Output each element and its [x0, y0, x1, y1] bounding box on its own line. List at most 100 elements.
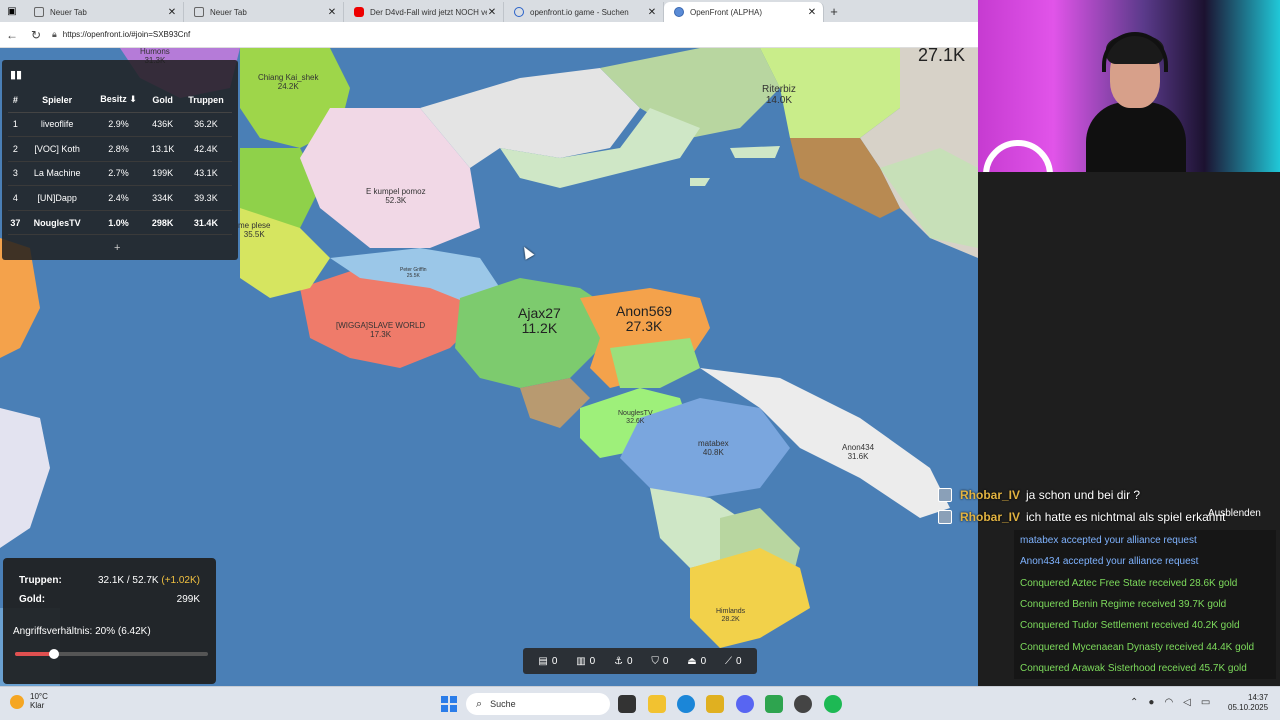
player-stats-panel: Truppen: 32.1K / 52.7K (+1.02K) Gold: 29… — [3, 558, 216, 684]
event-item: matabex accepted your alliance request — [1020, 535, 1197, 547]
player-cell: [VOC] Koth — [22, 136, 92, 162]
port-count[interactable]: ⚓ 0 — [614, 656, 633, 667]
event-item: Anon434 accepted your alliance request — [1020, 556, 1199, 568]
land-cell: 1.0% — [91, 210, 146, 236]
app-icon[interactable] — [706, 695, 724, 713]
ring-light — [983, 140, 1053, 172]
leaderboard-expand-button[interactable]: + — [114, 242, 120, 254]
leaderboard-row[interactable]: 4 [UN]Dapp 2.4% 334K 39.3K — [8, 185, 232, 211]
territory-label: Riterbiz 14.0K — [762, 84, 796, 106]
browser-tab[interactable]: Neuer Tab ✕ — [184, 2, 344, 22]
gold-cell: 298K — [145, 210, 180, 236]
browser-tab[interactable]: Neuer Tab ✕ — [24, 2, 184, 22]
sam-count[interactable]: ⟋ 0 — [725, 656, 742, 667]
start-button[interactable] — [441, 696, 457, 712]
defense-count[interactable]: ⛉ 0 — [651, 656, 668, 667]
new-tab-button[interactable]: + — [824, 4, 844, 19]
spotify-icon[interactable] — [824, 695, 842, 713]
territory-label: NouglesTV 32.6K — [618, 410, 653, 425]
system-tray: ⌃ ● ◠ ◁ ▭ — [1130, 697, 1210, 708]
browser-tab-active[interactable]: OpenFront (ALPHA) ✕ — [664, 2, 824, 22]
tab-title: Neuer Tab — [50, 7, 87, 17]
discord-icon[interactable] — [736, 695, 754, 713]
close-icon[interactable]: ✕ — [807, 7, 817, 18]
gold-cell: 13.1K — [145, 136, 180, 162]
player-cell: [UN]Dapp — [22, 185, 92, 211]
wifi-icon[interactable]: ◠ — [1164, 697, 1173, 708]
column-header-land[interactable]: Besitz ⬇ — [91, 88, 146, 113]
leaderboard-row[interactable]: 3 La Machine 2.7% 199K 43.1K — [8, 161, 232, 187]
attack-ratio-fill — [15, 652, 54, 656]
weather-widget[interactable]: 10°C Klar — [10, 692, 48, 711]
clock-time: 14:37 — [1248, 693, 1269, 702]
troops-label: Truppen: — [19, 575, 62, 586]
leaderboard-row[interactable]: 2 [VOC] Koth 2.8% 13.1K 42.4K — [8, 136, 232, 162]
count-value: 0 — [551, 655, 558, 667]
taskbar-clock[interactable]: 14:37 05.10.2025 — [1228, 693, 1268, 714]
rank-cell: 1 — [8, 112, 23, 138]
microphone-icon[interactable]: ● — [1148, 697, 1154, 708]
browser-tab[interactable]: Der D4vd-Fall wird jetzt NOCH verr ✕ — [344, 2, 504, 22]
chevron-up-icon[interactable]: ⌃ — [1130, 697, 1138, 708]
rank-cell: 3 — [8, 161, 23, 187]
window-menu-icon[interactable]: ▣ — [0, 1, 24, 21]
attack-ratio-slider[interactable] — [15, 649, 208, 659]
hide-events-button[interactable]: Ausblenden — [1208, 508, 1261, 519]
reload-icon[interactable]: ↻ — [24, 28, 48, 42]
close-icon[interactable]: ✕ — [647, 7, 657, 18]
column-header-troops[interactable]: Truppen — [179, 88, 232, 113]
battery-icon[interactable]: ▭ — [1201, 697, 1210, 708]
taskbar-search[interactable]: ⌕ Suche — [466, 693, 610, 715]
territory-label: Anon569 27.3K — [616, 303, 672, 335]
leaderboard-row[interactable]: 1 liveoflife 2.9% 436K 36.2K — [8, 112, 232, 138]
leaderboard-header-row: # Spieler Besitz ⬇ Gold Truppen — [8, 88, 232, 113]
windows-logo-tile — [450, 696, 457, 703]
headset — [1102, 32, 1168, 72]
factory-count[interactable]: ▥ 0 — [576, 656, 595, 667]
volume-icon[interactable]: ◁ — [1183, 697, 1191, 708]
missile-silo-icon: ⏏ — [687, 655, 697, 667]
territory-name: Anon434 — [842, 443, 875, 452]
territory-troops: 27.1K — [918, 48, 966, 65]
weather-sun-icon — [10, 694, 24, 709]
close-icon[interactable]: ✕ — [167, 7, 177, 18]
url-field[interactable]: 🔒︎ https://openfront.io/#join=SXB93Cnf — [52, 25, 970, 45]
edge-browser-icon[interactable] — [677, 695, 695, 713]
back-arrow-icon[interactable]: ← — [0, 28, 24, 42]
rank-cell: 37 — [8, 210, 23, 236]
file-explorer-icon[interactable] — [648, 695, 666, 713]
column-header-rank: # — [8, 88, 23, 113]
close-icon[interactable]: ✕ — [327, 7, 337, 18]
chat-badge-icon — [938, 488, 952, 502]
windows-logo-tile — [441, 705, 448, 712]
event-item: Conquered Tudor Settlement received 40.2… — [1020, 620, 1240, 632]
territory-label: me plese 35.5K — [238, 221, 270, 240]
tab-page-icon — [194, 7, 204, 17]
browser-tab[interactable]: openfront.io game - Suchen ✕ — [504, 2, 664, 22]
leaderboard-row-self[interactable]: 37 NouglesTV 1.0% 298K 31.4K — [8, 210, 232, 236]
gold-value: 299K — [176, 594, 200, 605]
troops-row: Truppen: 32.1K / 52.7K (+1.02K) — [19, 575, 200, 586]
lock-icon[interactable]: 🔒︎ — [52, 29, 57, 40]
youtube-icon — [354, 7, 364, 17]
count-value: 0 — [736, 655, 742, 667]
missile-silo-count[interactable]: ⏏ 0 — [687, 656, 706, 667]
city-count[interactable]: ▤ 0 — [538, 656, 557, 667]
territory-label: Anon434 31.6K — [842, 443, 875, 462]
event-item: Conquered Mycenaean Dynasty received 44.… — [1020, 641, 1255, 653]
clock-date: 05.10.2025 — [1228, 703, 1269, 713]
chat-badge-icon — [938, 510, 952, 524]
windows-logo-tile — [450, 705, 457, 712]
attack-ratio-thumb[interactable] — [48, 649, 59, 659]
search-icon — [514, 7, 524, 17]
windows-taskbar: 10°C Klar ⌕ Suche ⌃ ● ◠ ◁ ▭ 14:37 05.10.… — [0, 686, 1280, 720]
close-icon[interactable]: ✕ — [487, 7, 497, 18]
gold-cell: 436K — [145, 112, 180, 138]
kick-icon[interactable] — [765, 695, 783, 713]
task-view-icon[interactable] — [618, 695, 636, 713]
column-header-gold[interactable]: Gold — [145, 88, 180, 113]
leaderboard-chart-icon[interactable]: ▮▮ — [10, 68, 22, 81]
territory-label: Chiang Kai_shek 24.2K — [258, 73, 318, 92]
troops-cell: 43.1K — [179, 161, 232, 187]
obs-icon[interactable] — [794, 695, 812, 713]
